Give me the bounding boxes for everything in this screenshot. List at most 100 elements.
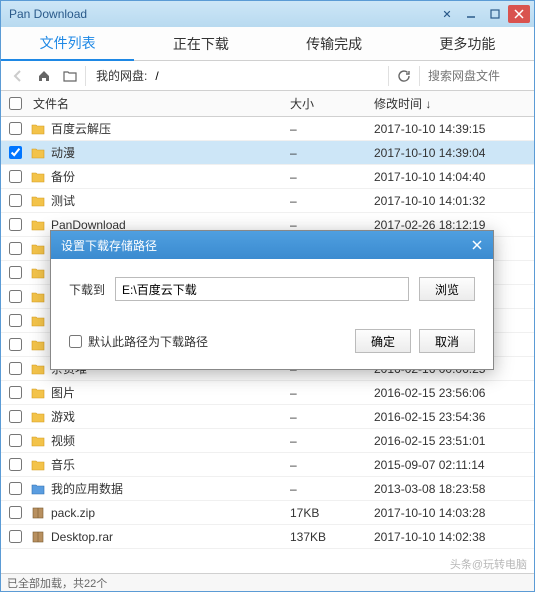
- file-name: 备份: [47, 168, 290, 185]
- file-icon: [29, 242, 47, 256]
- file-date: 2017-10-10 14:04:40: [374, 170, 534, 184]
- file-size: –: [290, 122, 374, 136]
- divider: [388, 66, 389, 86]
- file-size: –: [290, 482, 374, 496]
- file-size: –: [290, 146, 374, 160]
- dialog-close-button[interactable]: [467, 236, 487, 254]
- statusbar: 已全部加载，共22个: [1, 573, 534, 591]
- file-name: 音乐: [47, 456, 290, 473]
- maximize-button[interactable]: [484, 5, 506, 23]
- file-icon: [29, 218, 47, 232]
- row-checkbox[interactable]: [9, 386, 22, 399]
- file-row[interactable]: 音乐–2015-09-07 02:11:14: [1, 453, 534, 477]
- file-icon: [29, 338, 47, 352]
- file-row[interactable]: 游戏–2016-02-15 23:54:36: [1, 405, 534, 429]
- row-checkbox[interactable]: [9, 170, 22, 183]
- column-date[interactable]: 修改时间 ↓: [374, 95, 534, 112]
- file-date: 2017-10-10 14:03:28: [374, 506, 534, 520]
- row-checkbox[interactable]: [9, 434, 22, 447]
- tab[interactable]: 文件列表: [1, 27, 134, 61]
- file-row[interactable]: 动漫–2017-10-10 14:39:04: [1, 141, 534, 165]
- file-size: –: [290, 458, 374, 472]
- back-button[interactable]: [7, 65, 29, 87]
- row-checkbox[interactable]: [9, 410, 22, 423]
- ok-button[interactable]: 确定: [355, 329, 411, 353]
- row-checkbox[interactable]: [9, 146, 22, 159]
- download-path-input[interactable]: [115, 277, 409, 301]
- file-date: 2017-10-10 14:39:04: [374, 146, 534, 160]
- row-checkbox[interactable]: [9, 458, 22, 471]
- file-icon: [29, 434, 47, 448]
- file-icon: [29, 506, 47, 520]
- row-checkbox[interactable]: [9, 338, 22, 351]
- file-icon: [29, 458, 47, 472]
- file-name: 动漫: [47, 144, 290, 161]
- file-date: 2013-03-08 18:23:58: [374, 482, 534, 496]
- row-checkbox[interactable]: [9, 290, 22, 303]
- file-icon: [29, 266, 47, 280]
- divider: [419, 66, 420, 86]
- file-icon: [29, 482, 47, 496]
- file-row[interactable]: Desktop.rar137KB2017-10-10 14:02:38: [1, 525, 534, 549]
- row-checkbox[interactable]: [9, 242, 22, 255]
- close-button[interactable]: [508, 5, 530, 23]
- file-size: –: [290, 194, 374, 208]
- file-date: 2017-10-10 14:02:38: [374, 530, 534, 544]
- path-input[interactable]: [151, 69, 384, 83]
- file-name: 图片: [47, 384, 290, 401]
- row-checkbox[interactable]: [9, 194, 22, 207]
- file-name: 视频: [47, 432, 290, 449]
- browse-button[interactable]: 浏览: [419, 277, 475, 301]
- divider: [85, 66, 86, 86]
- column-headers: 文件名 大小 修改时间 ↓: [1, 91, 534, 117]
- file-name: 我的应用数据: [47, 480, 290, 497]
- tab[interactable]: 更多功能: [401, 27, 534, 60]
- cancel-button[interactable]: 取消: [419, 329, 475, 353]
- row-checkbox[interactable]: [9, 362, 22, 375]
- select-all-checkbox[interactable]: [9, 97, 22, 110]
- search-input[interactable]: [424, 69, 528, 83]
- file-row[interactable]: pack.zip17KB2017-10-10 14:03:28: [1, 501, 534, 525]
- row-checkbox[interactable]: [9, 530, 22, 543]
- file-row[interactable]: 百度云解压–2017-10-10 14:39:15: [1, 117, 534, 141]
- dialog-body: 下载到 浏览 默认此路径为下载路径 确定 取消: [51, 259, 493, 361]
- toolbar: 我的网盘:: [1, 61, 534, 91]
- tab[interactable]: 正在下载: [134, 27, 267, 60]
- window-title: Pan Download: [9, 7, 434, 21]
- tab[interactable]: 传输完成: [268, 27, 401, 60]
- new-folder-button[interactable]: [59, 65, 81, 87]
- file-row[interactable]: 备份–2017-10-10 14:04:40: [1, 165, 534, 189]
- file-name: 百度云解压: [47, 120, 290, 137]
- download-to-label: 下载到: [69, 281, 105, 298]
- row-checkbox[interactable]: [9, 506, 22, 519]
- minimize-button[interactable]: [460, 5, 482, 23]
- row-checkbox[interactable]: [9, 266, 22, 279]
- file-date: 2015-09-07 02:11:14: [374, 458, 534, 472]
- default-path-label[interactable]: 默认此路径为下载路径: [69, 333, 208, 350]
- file-icon: [29, 530, 47, 544]
- home-button[interactable]: [33, 65, 55, 87]
- file-row[interactable]: 我的应用数据–2013-03-08 18:23:58: [1, 477, 534, 501]
- file-row[interactable]: 测试–2017-10-10 14:01:32: [1, 189, 534, 213]
- file-size: 17KB: [290, 506, 374, 520]
- default-path-checkbox[interactable]: [69, 335, 82, 348]
- file-date: 2016-02-15 23:56:06: [374, 386, 534, 400]
- file-row[interactable]: 视频–2016-02-15 23:51:01: [1, 429, 534, 453]
- file-name: 游戏: [47, 408, 290, 425]
- row-checkbox[interactable]: [9, 482, 22, 495]
- file-size: –: [290, 170, 374, 184]
- row-checkbox[interactable]: [9, 122, 22, 135]
- file-size: 137KB: [290, 530, 374, 544]
- menu-button[interactable]: [436, 5, 458, 23]
- row-checkbox[interactable]: [9, 218, 22, 231]
- file-name: 测试: [47, 192, 290, 209]
- dialog-titlebar: 设置下载存储路径: [51, 231, 493, 259]
- file-icon: [29, 410, 47, 424]
- refresh-button[interactable]: [393, 65, 415, 87]
- file-icon: [29, 194, 47, 208]
- file-icon: [29, 290, 47, 304]
- row-checkbox[interactable]: [9, 314, 22, 327]
- file-row[interactable]: 图片–2016-02-15 23:56:06: [1, 381, 534, 405]
- column-size[interactable]: 大小: [290, 95, 374, 112]
- column-name[interactable]: 文件名: [29, 95, 290, 112]
